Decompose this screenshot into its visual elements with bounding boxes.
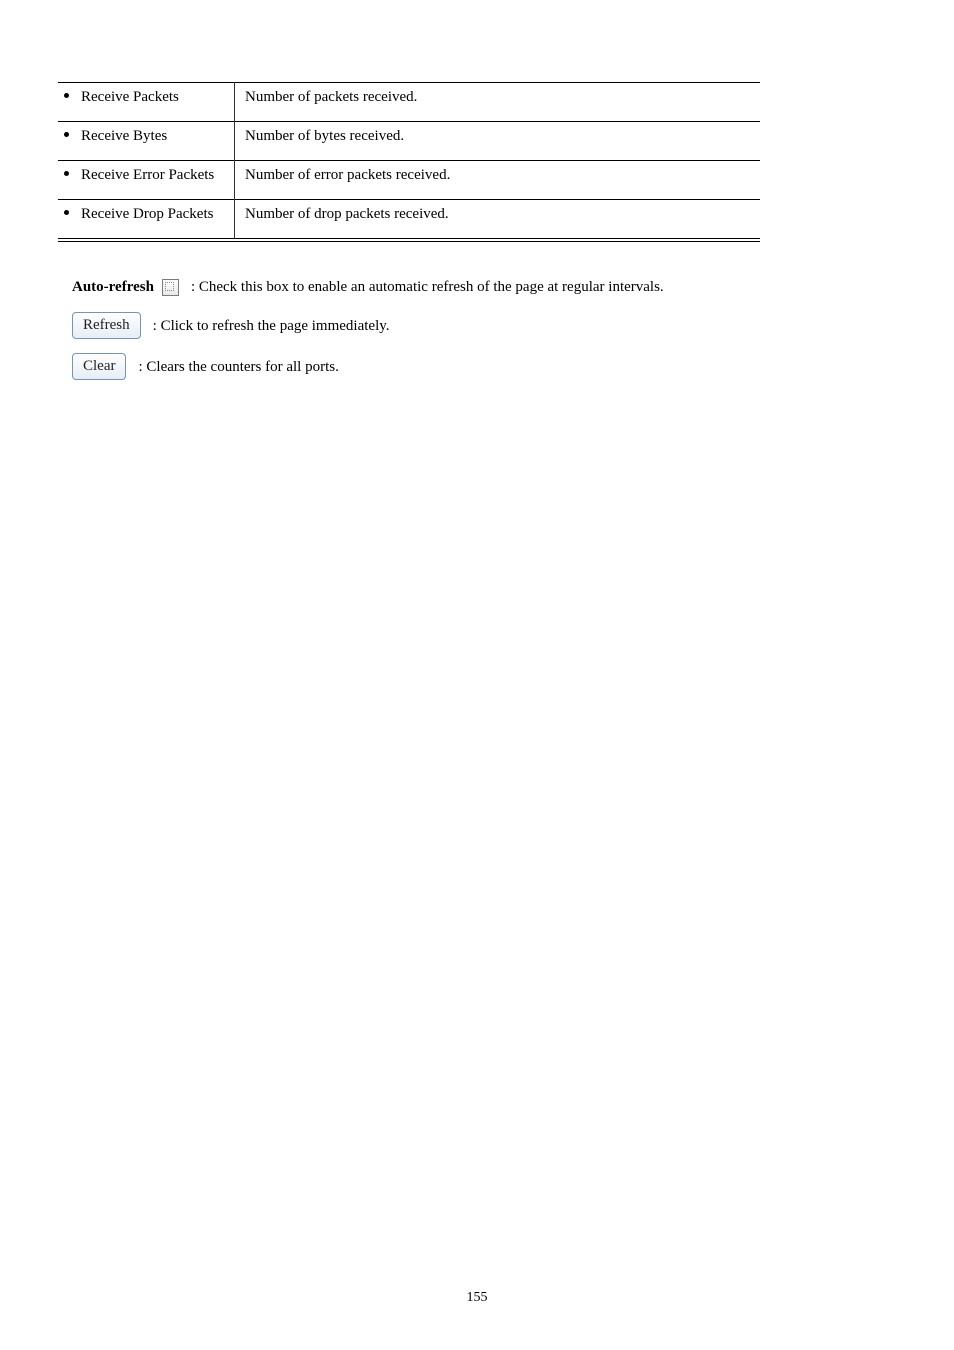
controls-section: Auto-refresh : Check this box to enable … xyxy=(72,276,910,380)
bullet-icon xyxy=(64,132,69,137)
bullet-icon xyxy=(64,93,69,98)
clear-desc: : Clears the counters for all ports. xyxy=(138,356,338,378)
clear-row: Clear : Clears the counters for all port… xyxy=(72,353,910,380)
auto-refresh-row: Auto-refresh : Check this box to enable … xyxy=(72,276,910,298)
auto-refresh-label: Auto-refresh xyxy=(72,276,154,298)
bullet-icon xyxy=(64,210,69,215)
auto-refresh-checkbox[interactable] xyxy=(162,279,179,296)
refresh-button[interactable]: Refresh xyxy=(72,312,141,339)
clear-button[interactable]: Clear xyxy=(72,353,126,380)
table-row: Receive Bytes Number of bytes received. xyxy=(58,122,760,161)
term-label: Receive Bytes xyxy=(81,126,167,146)
refresh-desc: : Click to refresh the page immediately. xyxy=(153,315,390,337)
term-desc: Number of bytes received. xyxy=(245,128,404,144)
refresh-row: Refresh : Click to refresh the page imme… xyxy=(72,312,910,339)
page-number: 155 xyxy=(0,1290,954,1306)
table-row: Receive Packets Number of packets receiv… xyxy=(58,83,760,122)
auto-refresh-desc: : Check this box to enable an automatic … xyxy=(191,276,664,298)
term-desc: Number of error packets received. xyxy=(245,167,450,183)
definitions-table: Receive Packets Number of packets receiv… xyxy=(58,82,760,238)
term-desc: Number of drop packets received. xyxy=(245,206,449,222)
term-desc: Number of packets received. xyxy=(245,89,417,105)
table-row: Receive Error Packets Number of error pa… xyxy=(58,161,760,200)
term-label: Receive Drop Packets xyxy=(81,204,213,224)
bullet-icon xyxy=(64,171,69,176)
term-label: Receive Error Packets xyxy=(81,165,214,185)
table-row: Receive Drop Packets Number of drop pack… xyxy=(58,200,760,239)
term-label: Receive Packets xyxy=(81,87,179,107)
table-footer-rule xyxy=(58,238,760,242)
